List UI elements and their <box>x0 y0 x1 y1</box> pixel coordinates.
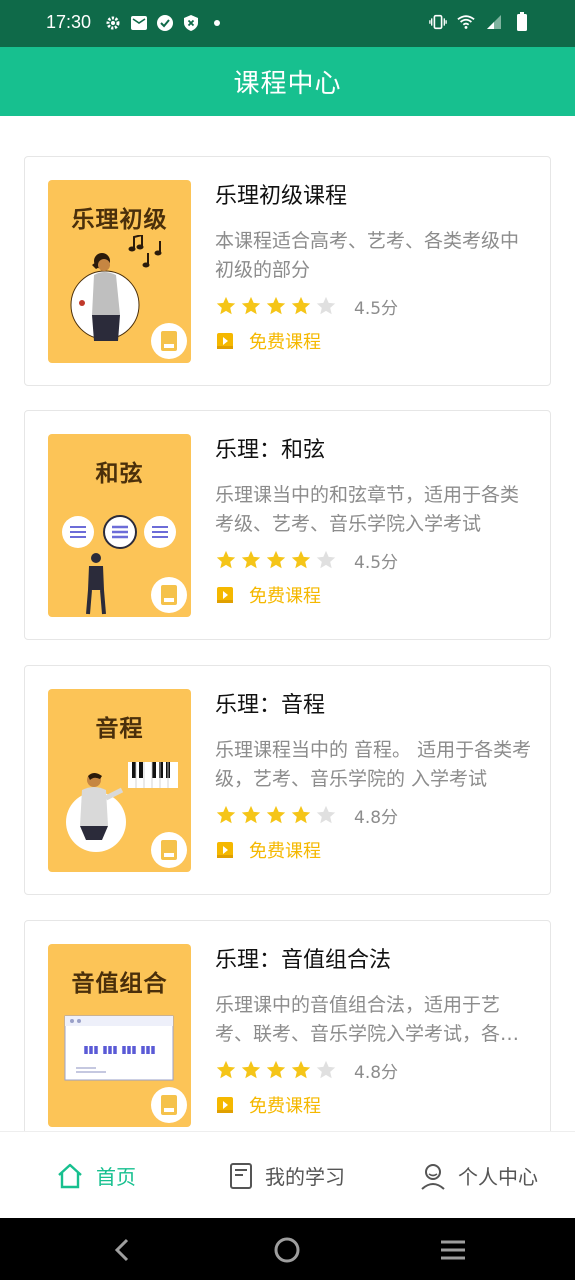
thumbnail-title: 音值组合 <box>71 970 168 997</box>
home-circle-icon[interactable] <box>271 1234 303 1266</box>
app-header: 课程中心 <box>0 47 575 116</box>
rating-score: 4.8分 <box>354 807 399 828</box>
course-title[interactable]: 乐理：和弦 <box>215 433 535 469</box>
star-icon <box>266 550 286 569</box>
book-icon <box>151 323 187 359</box>
star-empty-icon <box>316 805 336 824</box>
signal-icon <box>485 13 503 31</box>
course-rating: 4.8分 <box>215 802 535 828</box>
menu-icon[interactable] <box>437 1234 469 1266</box>
tab-home-label: 首页 <box>96 1165 136 1189</box>
course-description: 乐理课中的音值组合法，适用于艺考、联考、音乐学院入学考试，各类考级 <box>215 994 520 1045</box>
rating-score: 4.5分 <box>354 552 399 573</box>
course-thumbnail: 乐理初级 <box>48 180 191 363</box>
mail-icon <box>130 14 148 32</box>
video-book-icon <box>217 842 233 858</box>
bottom-tab-bar: 首页 我的学习 个人中心 <box>0 1131 575 1218</box>
star-icon <box>241 805 261 824</box>
video-book-icon <box>217 587 233 603</box>
star-icon <box>266 1060 286 1079</box>
back-icon[interactable] <box>106 1234 138 1266</box>
star-icon <box>291 550 311 569</box>
course-card[interactable]: 音程 乐理：音程 乐理课程当中的 音程。 适用于各类考级，艺考、音乐学院的 入学… <box>24 665 551 895</box>
star-icon <box>241 550 261 569</box>
tab-profile-label: 个人中心 <box>458 1165 538 1189</box>
notification-icons <box>104 14 226 32</box>
home-icon <box>58 1163 82 1188</box>
star-icon <box>291 1060 311 1079</box>
free-course-label: 免费课程 <box>249 332 321 353</box>
course-rating: 4.8分 <box>215 1057 535 1083</box>
shield-icon <box>182 14 200 32</box>
video-book-icon <box>217 333 233 349</box>
thumbnail-title: 和弦 <box>95 460 144 487</box>
check-circle-icon <box>156 14 174 32</box>
course-thumbnail: 音值组合 <box>48 944 191 1127</box>
course-rating: 4.5分 <box>215 547 535 573</box>
tab-my-learning-label: 我的学习 <box>265 1165 345 1189</box>
battery-icon <box>513 12 531 31</box>
free-course-label: 免费课程 <box>249 586 321 607</box>
free-course-tag: 免费课程 <box>215 1091 535 1119</box>
status-bar: 17:30 <box>0 0 575 47</box>
course-description: 乐理课当中的和弦章节，适用于各类考级、艺考、音乐学院入学考试 <box>215 484 520 535</box>
vibrate-icon <box>429 13 447 31</box>
course-list[interactable]: 乐理初级 乐理初级课程 本课程适合高考、艺考、各类考级中初级的部分 4.5分 免… <box>0 116 575 1131</box>
rating-score: 4.8分 <box>354 1062 399 1083</box>
free-course-label: 免费课程 <box>249 1096 321 1117</box>
course-card[interactable]: 音值组合 乐理：音值组合法 乐理课中的音值组合法，适用于艺考、联考、音乐学院入学… <box>24 920 551 1131</box>
tab-my-learning[interactable]: 我的学习 <box>229 1132 345 1219</box>
document-icon <box>230 1162 252 1189</box>
thumbnail-title: 音程 <box>95 715 144 742</box>
free-course-tag: 免费课程 <box>215 836 535 864</box>
user-icon <box>421 1163 445 1190</box>
rating-score: 4.5分 <box>354 298 399 319</box>
book-icon <box>151 1087 187 1123</box>
page-title: 课程中心 <box>233 69 342 99</box>
star-icon <box>216 550 236 569</box>
star-empty-icon <box>316 1060 336 1079</box>
free-course-tag: 免费课程 <box>215 581 535 609</box>
course-description: 本课程适合高考、艺考、各类考级中初级的部分 <box>215 230 520 281</box>
course-thumbnail: 和弦 <box>48 434 191 617</box>
system-icons <box>429 12 531 31</box>
course-card[interactable]: 和弦 乐理：和弦 乐理课当中的和弦章节，适用于各类考级、艺考、音乐学院入学考试 <box>24 410 551 640</box>
video-book-icon <box>217 1097 233 1113</box>
star-icon <box>241 1060 261 1079</box>
star-icon <box>266 296 286 315</box>
star-icon <box>291 805 311 824</box>
star-icon <box>216 805 236 824</box>
star-empty-icon <box>316 550 336 569</box>
star-icon <box>241 296 261 315</box>
book-icon <box>151 577 187 613</box>
course-thumbnail: 音程 <box>48 689 191 872</box>
course-description: 乐理课程当中的 音程。 适用于各类考级，艺考、音乐学院的 入学考试 <box>215 739 532 790</box>
status-time: 17:30 <box>46 12 92 32</box>
tab-profile[interactable]: 个人中心 <box>420 1132 538 1219</box>
book-icon <box>151 832 187 868</box>
star-icon <box>291 296 311 315</box>
course-title[interactable]: 乐理：音值组合法 <box>215 943 535 979</box>
star-icon <box>266 805 286 824</box>
course-rating: 4.5分 <box>215 293 535 319</box>
star-icon <box>216 1060 236 1079</box>
free-course-label: 免费课程 <box>249 841 321 862</box>
star-icon <box>216 296 236 315</box>
thumbnail-title: 乐理初级 <box>71 206 168 233</box>
course-card[interactable]: 乐理初级 乐理初级课程 本课程适合高考、艺考、各类考级中初级的部分 4.5分 免… <box>24 156 551 386</box>
course-title[interactable]: 乐理：音程 <box>215 688 535 724</box>
star-empty-icon <box>316 296 336 315</box>
wifi-icon <box>457 13 475 31</box>
course-title[interactable]: 乐理初级课程 <box>215 179 535 215</box>
free-course-tag: 免费课程 <box>215 327 535 355</box>
system-nav-bar <box>0 1218 575 1280</box>
tab-home[interactable]: 首页 <box>56 1132 136 1219</box>
gear-icon <box>104 14 122 32</box>
dot-icon <box>208 14 226 32</box>
